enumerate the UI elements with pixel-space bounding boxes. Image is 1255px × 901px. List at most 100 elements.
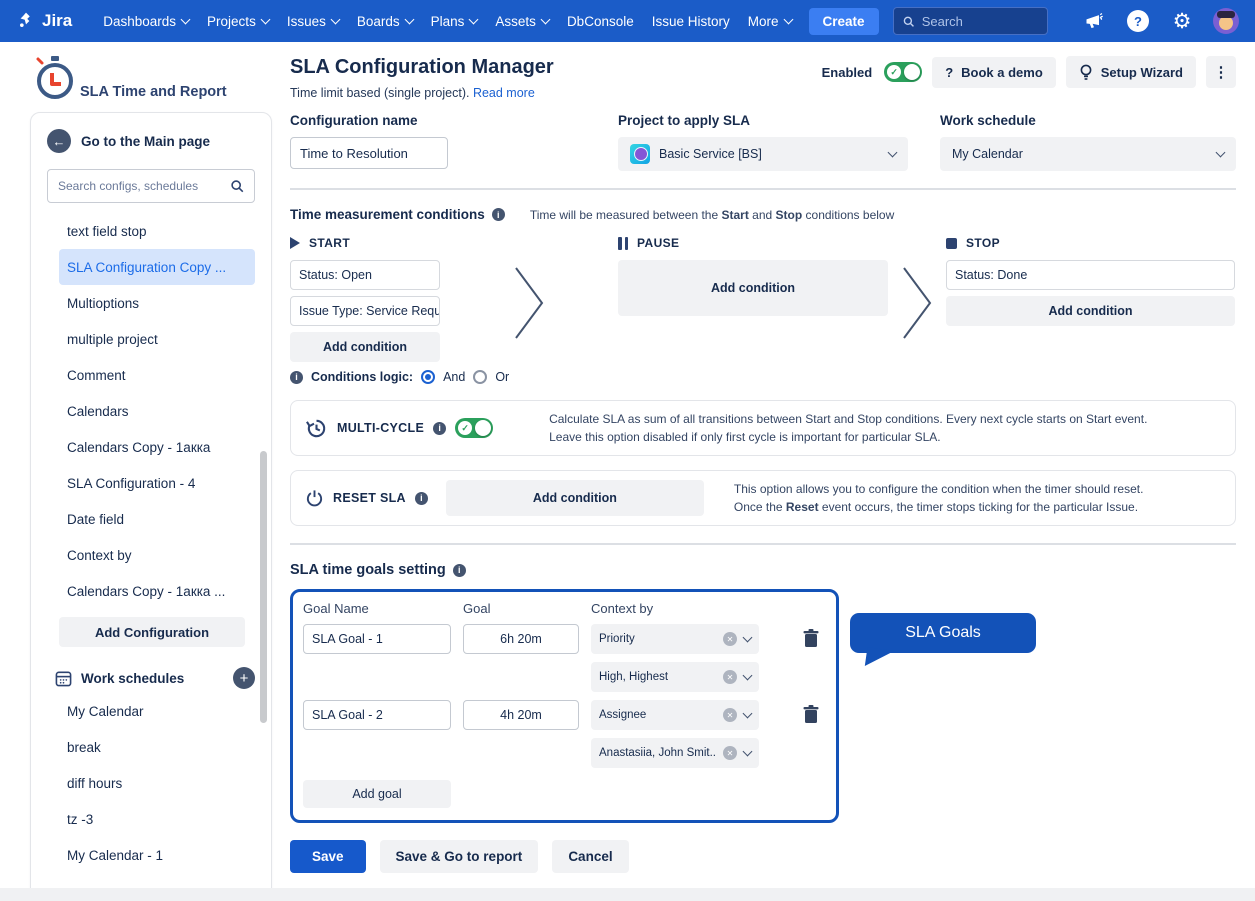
goal-value-input[interactable] (463, 624, 579, 654)
stop-add-condition-button[interactable]: Add condition (946, 296, 1235, 326)
right-angle-icon (512, 264, 546, 342)
read-more-link[interactable]: Read more (473, 86, 535, 100)
logic-and-radio[interactable] (421, 370, 435, 384)
search-icon (903, 15, 914, 28)
power-icon (305, 489, 324, 508)
schedule-item[interactable]: My Calendar (59, 693, 255, 729)
nav-plans[interactable]: Plans (431, 14, 478, 29)
schedule-item[interactable]: break (59, 729, 255, 765)
config-item[interactable]: text field stop (59, 213, 255, 249)
clear-icon[interactable]: ✕ (723, 708, 737, 722)
jira-logo-icon (16, 11, 36, 31)
schedule-item[interactable]: My Calendar - 1 (59, 837, 255, 873)
info-icon[interactable]: i (433, 422, 446, 435)
help-button[interactable]: ? (1125, 8, 1151, 34)
more-options-button[interactable]: ⋮ (1206, 56, 1236, 88)
chevron-down-icon (540, 15, 550, 25)
divider (290, 188, 1236, 190)
config-item[interactable]: multiple project (59, 321, 255, 357)
add-configuration-button[interactable]: Add Configuration (59, 617, 245, 647)
stop-column: Status: Done Add condition (946, 260, 1235, 362)
start-condition[interactable]: Status: Open (290, 260, 440, 290)
clear-icon[interactable]: ✕ (723, 670, 737, 684)
announcements-button[interactable] (1081, 8, 1107, 34)
create-button[interactable]: Create (809, 8, 879, 35)
config-item[interactable]: Date field (59, 501, 255, 537)
nav-boards[interactable]: Boards (357, 14, 413, 29)
clear-icon[interactable]: ✕ (723, 746, 737, 760)
pause-add-condition-button[interactable]: Add condition (618, 260, 888, 316)
schedule-item[interactable]: diff hours (59, 765, 255, 801)
nav-dbconsole[interactable]: DbConsole (567, 14, 634, 29)
goal-name-input[interactable] (303, 700, 451, 730)
config-item[interactable]: Multioptions (59, 285, 255, 321)
config-name-input[interactable] (290, 137, 448, 169)
nav-issues[interactable]: Issues (287, 14, 339, 29)
info-icon[interactable]: i (290, 371, 303, 384)
goals-box: Goal Name Goal Context by Priority✕ High… (290, 589, 839, 823)
save-button[interactable]: Save (290, 840, 366, 873)
schedule-select[interactable]: My Calendar (940, 137, 1236, 171)
go-to-main-page[interactable]: ← Go to the Main page (31, 129, 271, 153)
config-item[interactable]: Comment (59, 357, 255, 393)
pause-column: Add condition (618, 260, 888, 362)
nav-assets[interactable]: Assets (495, 14, 549, 29)
info-icon[interactable]: i (453, 564, 466, 577)
add-schedule-button[interactable]: + (233, 667, 255, 689)
config-item-selected[interactable]: SLA Configuration Copy ... (59, 249, 255, 285)
nav-dashboards[interactable]: Dashboards (103, 14, 189, 29)
add-goal-button[interactable]: Add goal (303, 780, 451, 808)
settings-button[interactable]: ⚙ (1169, 8, 1195, 34)
setup-wizard-button[interactable]: Setup Wizard (1066, 56, 1196, 88)
project-select[interactable]: Basic Service [BS] (618, 137, 908, 171)
start-add-condition-button[interactable]: Add condition (290, 332, 440, 362)
avatar-cap (1217, 11, 1235, 18)
user-avatar[interactable] (1213, 8, 1239, 34)
save-go-report-button[interactable]: Save & Go to report (380, 840, 539, 873)
info-icon[interactable]: i (415, 492, 428, 505)
search-icon (230, 178, 244, 194)
chevron-down-icon (1216, 148, 1226, 158)
sidebar-scrollbar[interactable] (260, 451, 267, 723)
sidebar-search-input[interactable] (58, 179, 222, 193)
logic-or-radio[interactable] (473, 370, 487, 384)
chevron-down-icon (260, 15, 270, 25)
clear-icon[interactable]: ✕ (723, 632, 737, 646)
jira-logo[interactable]: Jira (16, 11, 72, 31)
goal-name-input[interactable] (303, 624, 451, 654)
context-values-select[interactable]: Anastasiia, John Smit...✕ (591, 738, 759, 768)
reset-add-condition-button[interactable]: Add condition (446, 480, 704, 516)
multi-cycle-toggle[interactable]: ✓ (455, 418, 493, 438)
global-search-input[interactable] (922, 14, 1038, 29)
brand-name: Jira (42, 11, 72, 31)
config-item[interactable]: Context by (59, 537, 255, 573)
cancel-button[interactable]: Cancel (552, 840, 628, 873)
delete-goal-button[interactable] (802, 628, 826, 651)
nav-more[interactable]: More (748, 14, 792, 29)
megaphone-icon (1084, 11, 1104, 31)
right-angle-icon (900, 264, 934, 342)
nav-issue-history[interactable]: Issue History (652, 14, 730, 29)
config-item[interactable]: Calendars Copy - 1акка (59, 429, 255, 465)
book-demo-button[interactable]: ?Book a demo (932, 57, 1056, 88)
schedule-item[interactable]: tz -3 (59, 801, 255, 837)
start-condition[interactable]: Issue Type: Service Request, Sub-task, T… (290, 296, 440, 326)
config-item[interactable]: SLA Configuration - 4 (59, 465, 255, 501)
project-label: Project to apply SLA (618, 113, 940, 128)
config-item[interactable]: Calendars Copy - 1акка ... (59, 573, 255, 609)
page-subtitle: Time limit based (single project). Read … (290, 86, 554, 100)
context-field-select[interactable]: Priority✕ (591, 624, 759, 654)
goal-value-input[interactable] (463, 700, 579, 730)
delete-goal-button[interactable] (802, 704, 826, 727)
nav-projects[interactable]: Projects (207, 14, 269, 29)
context-values-select[interactable]: High, Highest✕ (591, 662, 759, 692)
vertical-dots-icon: ⋮ (1214, 64, 1229, 81)
config-item[interactable]: Calendars (59, 393, 255, 429)
stop-condition[interactable]: Status: Done (946, 260, 1235, 290)
goal-subrow: Anastasiia, John Smit...✕ (303, 738, 826, 768)
info-icon[interactable]: i (492, 208, 505, 221)
context-field-select[interactable]: Assignee✕ (591, 700, 759, 730)
global-search[interactable] (893, 7, 1048, 35)
enabled-toggle[interactable]: ✓ (884, 62, 922, 82)
sidebar-search[interactable] (47, 169, 255, 203)
